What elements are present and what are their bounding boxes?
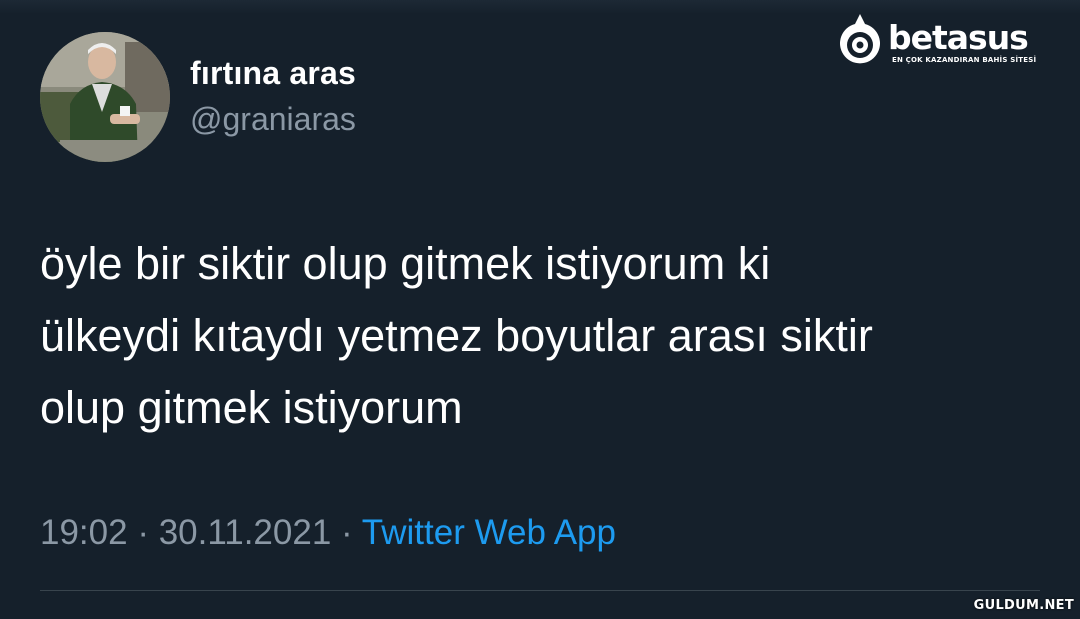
tweet-date[interactable]: 30.11.2021 bbox=[159, 513, 332, 552]
brand-overlay: betasus EN ÇOK KAZANDIRAN BAHİS SİTESİ bbox=[835, 12, 1050, 72]
tweet-text: öyle bir siktir olup gitmek istiyorum ki… bbox=[40, 228, 1070, 444]
tweet-meta: 19:02 · 30.11.2021 · Twitter Web App bbox=[40, 513, 616, 553]
avatar[interactable] bbox=[40, 32, 170, 162]
avatar-image bbox=[40, 32, 170, 162]
meta-separator: · bbox=[341, 513, 353, 552]
tweet-text-line: öyle bir siktir olup gitmek istiyorum ki bbox=[40, 238, 771, 289]
target-drop-icon bbox=[840, 14, 880, 64]
tweet-text-line: olup gitmek istiyorum bbox=[40, 382, 463, 433]
divider bbox=[40, 590, 1040, 591]
tweet-time[interactable]: 19:02 bbox=[40, 513, 128, 552]
brand-name: betasus bbox=[888, 18, 1029, 57]
brand-tagline: EN ÇOK KAZANDIRAN BAHİS SİTESİ bbox=[892, 56, 1037, 64]
author-handle[interactable]: @graniaras bbox=[190, 101, 356, 138]
author-display-name[interactable]: fırtına aras bbox=[190, 55, 356, 92]
watermark: GULDUM.NET bbox=[973, 598, 1074, 613]
tweet-text-line: ülkeydi kıtaydı yetmez boyutlar arası si… bbox=[40, 310, 873, 361]
meta-separator: · bbox=[137, 513, 149, 552]
tweet-source-link[interactable]: Twitter Web App bbox=[362, 513, 616, 552]
